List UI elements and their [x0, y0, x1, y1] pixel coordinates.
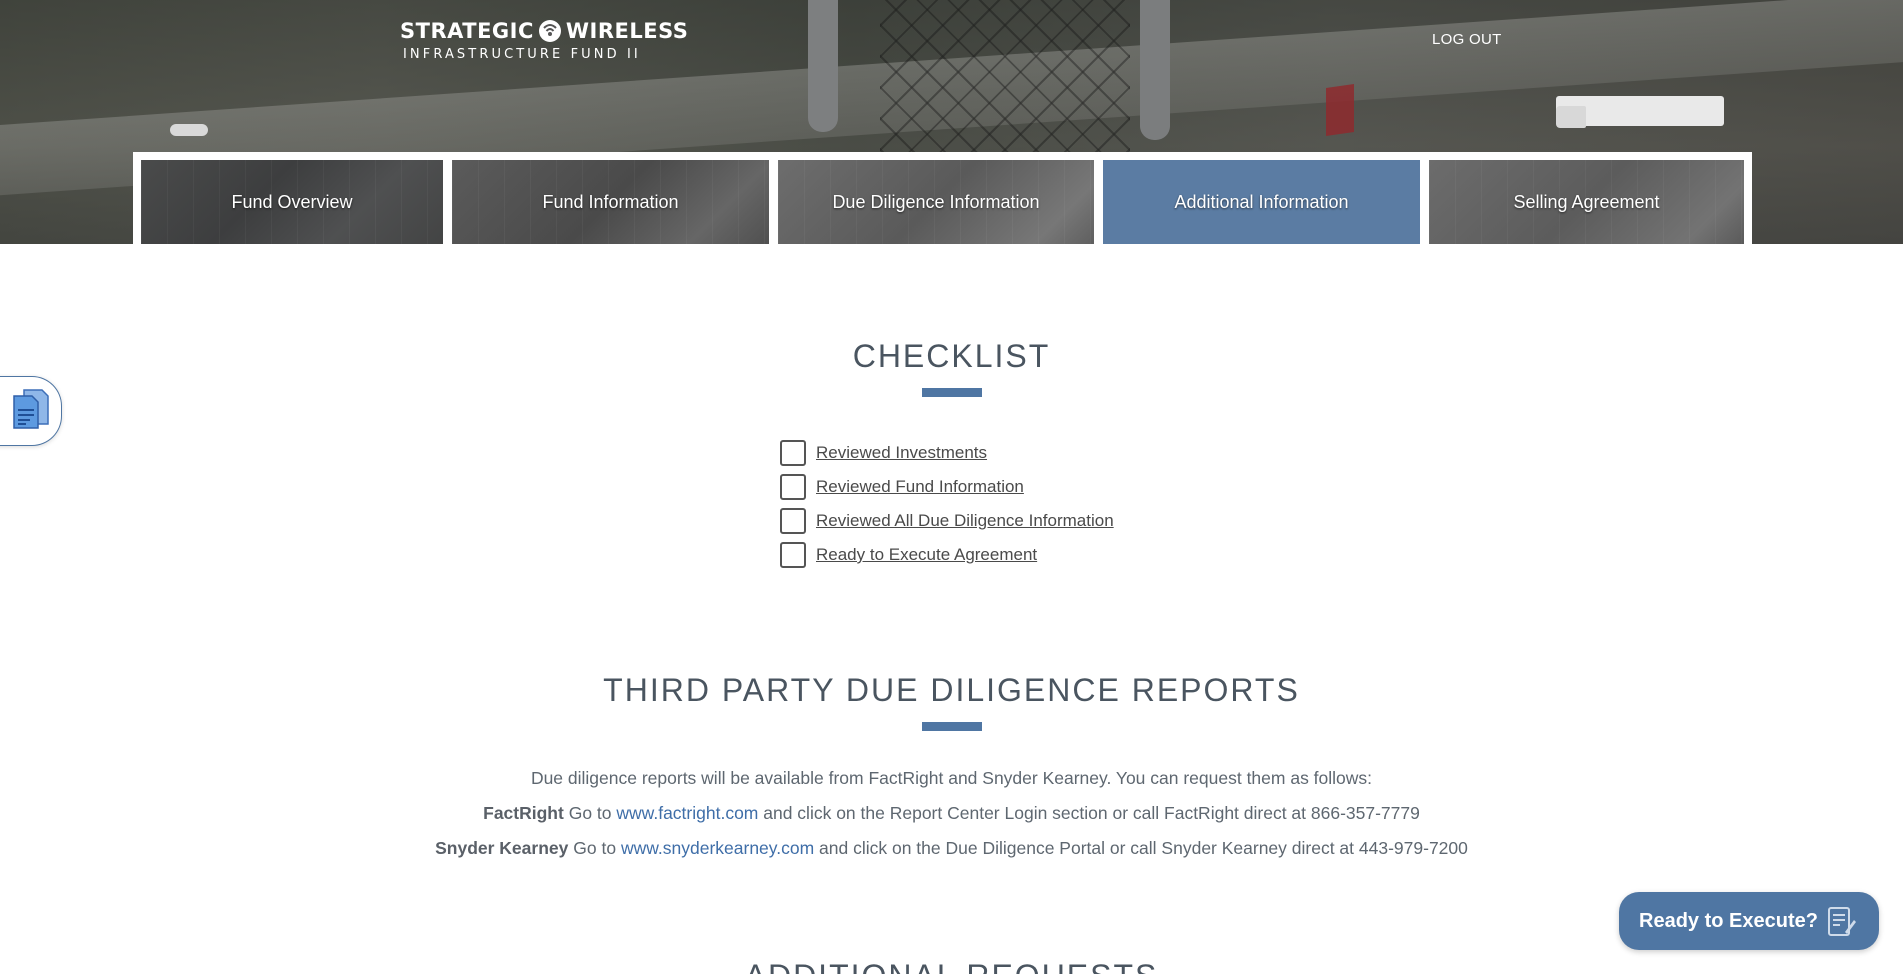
documents-flyout-button[interactable]: [0, 376, 62, 446]
reports-title-underline: [922, 722, 982, 731]
tab-fund-information[interactable]: Fund Information: [452, 160, 769, 244]
checklist-link-ready-to-execute[interactable]: Ready to Execute Agreement: [816, 545, 1037, 565]
additional-requests-title: ADDITIONAL REQUESTS: [0, 958, 1903, 974]
hero-antenna-left: [808, 0, 838, 132]
reports-body: Due diligence reports will be available …: [0, 766, 1903, 871]
ready-to-execute-label: Ready to Execute?: [1639, 909, 1818, 932]
checkbox-reviewed-investments[interactable]: [780, 440, 806, 466]
tab-fund-overview[interactable]: Fund Overview: [141, 160, 443, 244]
logo-line-1: STRATEGIC WIRELESS: [400, 18, 688, 44]
snyder-post: and click on the Due Diligence Portal or…: [819, 838, 1468, 858]
signal-icon: [538, 19, 562, 43]
hero-car: [170, 124, 208, 136]
hero-billboard: [1326, 84, 1354, 136]
hero-banner: STRATEGIC WIRELESS INFRASTRUCTURE FUND I…: [0, 0, 1903, 244]
factright-name: FactRight: [483, 803, 564, 823]
hero-truck-cab: [1556, 106, 1586, 128]
checklist-item: Reviewed All Due Diligence Information: [780, 504, 1114, 538]
snyder-line: Snyder Kearney Go to www.snyderkearney.c…: [0, 836, 1903, 871]
logo-line-2: INFRASTRUCTURE FUND II: [403, 47, 641, 62]
tab-additional-information[interactable]: Additional Information: [1103, 160, 1420, 244]
factright-link[interactable]: www.factright.com: [616, 803, 758, 823]
checkbox-reviewed-due-diligence[interactable]: [780, 508, 806, 534]
tab-selling-agreement[interactable]: Selling Agreement: [1429, 160, 1744, 244]
checklist-link-reviewed-investments[interactable]: Reviewed Investments: [816, 443, 987, 463]
snyder-name: Snyder Kearney: [435, 838, 569, 858]
logo-word-strategic: STRATEGIC: [400, 19, 534, 43]
tab-due-diligence-information[interactable]: Due Diligence Information: [778, 160, 1094, 244]
factright-pre: Go to: [568, 803, 612, 823]
logo-word-wireless: WIRELESS: [565, 19, 689, 43]
checklist-title: CHECKLIST: [852, 338, 1051, 374]
factright-line: FactRight Go to www.factright.com and cl…: [0, 801, 1903, 836]
hero-antenna-right: [1140, 0, 1170, 140]
snyder-link[interactable]: www.snyderkearney.com: [621, 838, 814, 858]
checklist: Reviewed Investments Reviewed Fund Infor…: [780, 436, 1114, 572]
checklist-title-underline: [922, 388, 982, 397]
main-nav-tabs: Fund Overview Fund Information Due Dilig…: [133, 152, 1752, 244]
sign-document-icon: [1827, 906, 1857, 944]
reports-title: THIRD PARTY DUE DILIGENCE REPORTS: [603, 672, 1300, 708]
snyder-pre: Go to: [573, 838, 617, 858]
fund-logo[interactable]: STRATEGIC WIRELESS INFRASTRUCTURE FUND I…: [400, 18, 688, 62]
checklist-link-reviewed-due-diligence[interactable]: Reviewed All Due Diligence Information: [816, 511, 1114, 531]
checklist-item: Ready to Execute Agreement: [780, 538, 1114, 572]
documents-icon: [10, 388, 50, 435]
checkbox-ready-to-execute[interactable]: [780, 542, 806, 568]
checklist-item: Reviewed Investments: [780, 436, 1114, 470]
checkbox-reviewed-fund-information[interactable]: [780, 474, 806, 500]
ready-to-execute-button[interactable]: Ready to Execute?: [1619, 892, 1879, 950]
logout-link[interactable]: LOG OUT: [1432, 31, 1502, 48]
checklist-item: Reviewed Fund Information: [780, 470, 1114, 504]
checklist-link-reviewed-fund-information[interactable]: Reviewed Fund Information: [816, 477, 1024, 497]
reports-intro: Due diligence reports will be available …: [530, 768, 1373, 788]
factright-post: and click on the Report Center Login sec…: [763, 803, 1420, 823]
